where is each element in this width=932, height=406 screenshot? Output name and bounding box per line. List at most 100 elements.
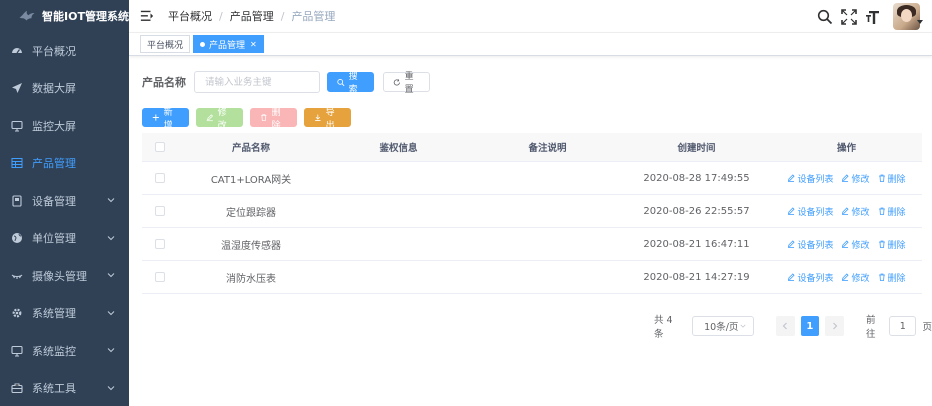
edit-label: 修改 xyxy=(851,207,870,218)
next-page-button[interactable] xyxy=(825,316,844,336)
edit-icon xyxy=(841,240,850,248)
row-checkbox[interactable] xyxy=(155,272,165,282)
device-list-link[interactable]: 设备列表 xyxy=(787,172,833,185)
column-header: 鉴权信息 xyxy=(379,143,418,154)
edit-link[interactable]: 修改 xyxy=(841,238,870,251)
breadcrumb-item-2[interactable]: 产品管理 xyxy=(230,8,274,24)
chevron-down-icon xyxy=(107,348,115,353)
search-button[interactable]: 搜索 xyxy=(327,72,374,95)
edit-icon xyxy=(787,240,796,248)
tag-product-management[interactable]: 产品管理 ✕ xyxy=(193,35,264,53)
delete-label: 删除 xyxy=(887,273,906,284)
sidebar-item-label: 系统监控 xyxy=(32,344,76,358)
edit-icon xyxy=(206,114,213,122)
delete-link[interactable]: 删除 xyxy=(878,172,906,185)
tag-dashboard[interactable]: 平台概况 xyxy=(140,35,191,53)
sidebar-item-label: 数据大屏 xyxy=(32,82,76,96)
goto-suffix: 页 xyxy=(922,322,932,333)
cell-created-time: 2020-08-21 16:47:11 xyxy=(643,238,750,250)
delete-link[interactable]: 删除 xyxy=(878,271,906,284)
delete-button[interactable]: 删除 xyxy=(250,108,297,131)
prev-page-button[interactable] xyxy=(775,316,795,336)
sidebar-item-label: 平台概况 xyxy=(32,44,76,58)
delete-label: 删除 xyxy=(887,240,906,251)
trash-icon xyxy=(878,240,886,248)
goto-page-input[interactable]: 1 xyxy=(889,316,917,336)
reset-button[interactable]: 重置 xyxy=(383,72,430,95)
sidebar-item[interactable]: 系统监控 xyxy=(0,332,129,370)
edit-link[interactable]: 修改 xyxy=(841,271,870,284)
plus-icon xyxy=(152,114,159,121)
row-check-cell xyxy=(142,173,178,183)
monitor-icon xyxy=(11,345,23,357)
edit-icon xyxy=(841,174,850,182)
cell-created-time: 2020-08-21 14:27:19 xyxy=(643,271,750,283)
avatar[interactable] xyxy=(893,3,920,30)
sidebar-item[interactable]: 产品管理 xyxy=(0,145,129,183)
add-button[interactable]: 新增 xyxy=(142,108,189,131)
device-list-label: 设备列表 xyxy=(797,273,834,284)
monitor-icon xyxy=(11,120,23,132)
edit-link[interactable]: 修改 xyxy=(841,172,870,185)
device-list-link[interactable]: 设备列表 xyxy=(787,271,833,284)
chevron-right-icon xyxy=(832,322,837,330)
device-list-link[interactable]: 设备列表 xyxy=(787,205,833,218)
chevron-down-icon xyxy=(107,273,115,278)
caret-down-icon[interactable] xyxy=(917,20,923,24)
page-size-select[interactable]: 10条/页 xyxy=(692,316,754,336)
toolbar: 新增 修改 删除 导出 xyxy=(142,108,351,131)
device-list-link[interactable]: 设备列表 xyxy=(787,238,833,251)
device-icon xyxy=(11,195,23,207)
row-checkbox[interactable] xyxy=(155,173,165,183)
cell-product-name: 温湿度传感器 xyxy=(221,240,281,252)
delete-link[interactable]: 删除 xyxy=(878,238,906,251)
breadcrumb-separator: / xyxy=(280,9,285,23)
chevron-down-icon xyxy=(107,198,115,203)
row-checkbox[interactable] xyxy=(155,206,165,216)
device-list-label: 设备列表 xyxy=(797,174,834,185)
row-checkbox[interactable] xyxy=(155,239,165,249)
search-button-label: 搜索 xyxy=(348,72,358,95)
cell-operations: 设备列表 修改 删除 xyxy=(771,271,922,284)
delete-label: 删除 xyxy=(887,207,906,218)
edit-icon xyxy=(841,273,850,281)
search-icon[interactable] xyxy=(817,9,833,25)
chevron-down-icon xyxy=(107,310,115,315)
hamburger-icon[interactable] xyxy=(140,9,154,23)
sidebar-item[interactable]: 系统工具 xyxy=(0,370,129,406)
product-table: 产品名称 鉴权信息 备注说明 创建时间 操作 CAT1+LORA网关 2020-0… xyxy=(142,133,922,294)
trash-icon xyxy=(878,207,886,215)
add-button-label: 新增 xyxy=(163,107,173,131)
sidebar-item[interactable]: 单位管理 xyxy=(0,220,129,258)
sidebar-item[interactable]: 平台概况 xyxy=(0,32,129,70)
sidebar: 智能IOT管理系统 平台概况 数据大屏 监控大屏 产品管理 设备管理 单位管理 摄像头管理系… xyxy=(0,0,129,406)
sidebar-item[interactable]: 监控大屏 xyxy=(0,107,129,145)
pagination: 共 4 条 10条/页 1 前往 1 页 xyxy=(654,312,932,340)
chevron-down-icon xyxy=(107,235,115,240)
edit-label: 修改 xyxy=(851,240,870,251)
edit-link[interactable]: 修改 xyxy=(841,205,870,218)
app-logo[interactable]: 智能IOT管理系统 xyxy=(0,0,129,32)
page-number-button[interactable]: 1 xyxy=(800,316,820,336)
sidebar-item[interactable]: 设备管理 xyxy=(0,182,129,220)
sidebar-item[interactable]: 系统管理 xyxy=(0,295,129,333)
chevron-down-icon xyxy=(740,324,746,328)
table-row: 定位跟踪器 2020-08-26 22:55:57 设备列表 修改 删除 xyxy=(142,195,922,228)
close-icon[interactable]: ✕ xyxy=(250,40,257,49)
font-size-icon[interactable] xyxy=(865,9,881,25)
edit-button[interactable]: 修改 xyxy=(196,108,243,131)
fullscreen-icon[interactable] xyxy=(841,8,857,25)
sidebar-item[interactable]: 摄像头管理 xyxy=(0,257,129,295)
breadcrumb-item-1[interactable]: 平台概况 xyxy=(168,8,212,24)
camera-icon xyxy=(11,270,23,282)
export-button[interactable]: 导出 xyxy=(304,108,351,131)
row-check-cell xyxy=(142,272,178,282)
column-header: 备注说明 xyxy=(528,143,567,154)
product-name-input[interactable] xyxy=(194,71,320,93)
sidebar-item[interactable]: 数据大屏 xyxy=(0,70,129,108)
column-header: 操作 xyxy=(836,143,856,154)
tags-view: 平台概况 产品管理 ✕ xyxy=(129,33,932,56)
cell-product-name: 定位跟踪器 xyxy=(226,207,276,219)
select-all-checkbox[interactable] xyxy=(155,142,165,152)
delete-link[interactable]: 删除 xyxy=(878,205,906,218)
